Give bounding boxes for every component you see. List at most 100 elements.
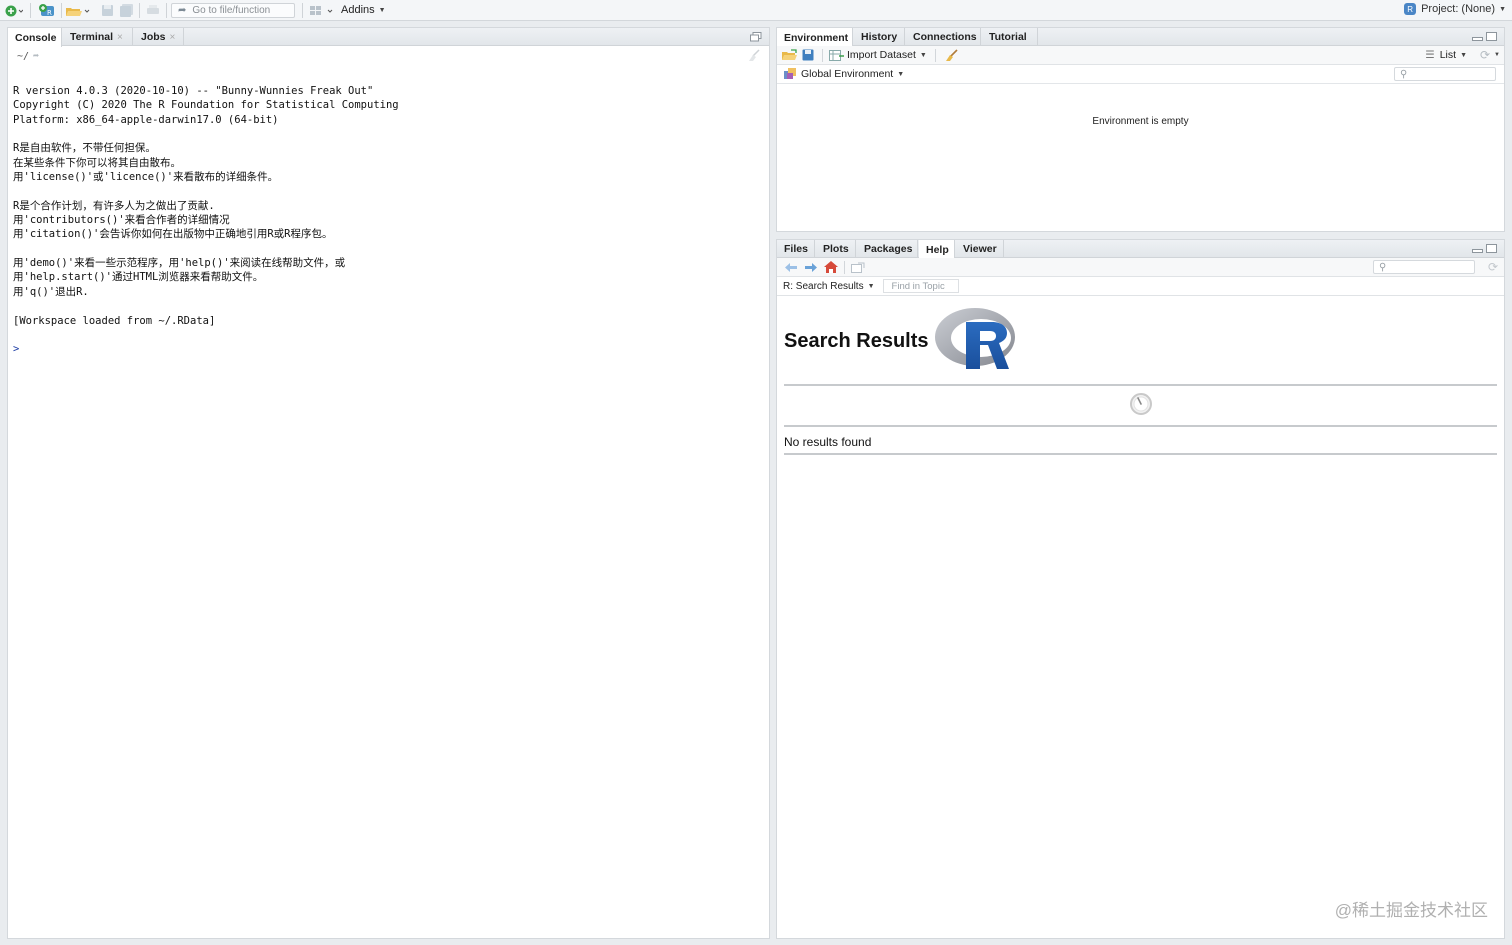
chevron-down-icon: ▼ [919,51,927,59]
open-file-icon[interactable] [64,2,92,19]
import-dataset-label: Import Dataset [847,49,916,61]
help-pane: Files Plots Packages Help Viewer ⚲ ⟳ R: … [776,239,1505,939]
console-line: R version 4.0.3 (2020-10-10) -- "Bunny-W… [13,85,374,97]
show-in-new-window-icon[interactable] [850,260,866,274]
env-tabbar: Environment History Connections Tutorial [777,28,1504,47]
main-toolbar: R ➦ Go to file/function Addins ▼ R Projec… [0,0,1512,21]
toolbar-separator [822,48,823,62]
workspace-panes-icon[interactable] [308,2,336,19]
tab-environment[interactable]: Environment [777,28,853,47]
clear-console-icon[interactable] [747,49,761,65]
tab-jobs[interactable]: Jobs × [134,28,184,46]
scope-label: Global Environment [801,68,894,80]
minimize-icon[interactable] [1472,37,1483,41]
tab-label: Terminal [70,31,113,43]
r-project-icon: R [1404,3,1417,15]
find-placeholder: Find in Topic [891,280,945,292]
console-line: R是自由软件，不带任何担保。 [13,142,156,155]
goto-placeholder: Go to file/function [192,5,271,16]
tab-label: Jobs [141,31,166,43]
watermark: @稀土掘金技术社区 [1334,901,1488,920]
chevron-down-icon: ▼ [867,282,875,290]
print-icon[interactable] [145,2,161,19]
forward-arrow-icon[interactable] [803,260,819,274]
toolbar-separator [30,3,31,18]
tab-label: Files [784,243,808,255]
go-to-dir-icon[interactable]: ➦ [33,51,39,62]
maximize-icon[interactable] [1486,244,1497,253]
find-in-topic-input[interactable]: Find in Topic [882,279,959,293]
loading-spinner-icon [1129,392,1153,419]
new-file-icon[interactable] [4,2,24,19]
maximize-icon[interactable] [1486,32,1497,41]
tab-label: Help [926,243,949,256]
pane-window-controls [1472,244,1497,253]
tab-history[interactable]: History [854,28,905,46]
pane-window-controls [1472,32,1497,41]
environment-pane: Environment History Connections Tutorial… [776,27,1505,232]
tab-viewer[interactable]: Viewer [956,240,1004,258]
save-workspace-icon[interactable] [800,48,816,62]
toolbar-separator [934,48,936,62]
tab-help[interactable]: Help [919,240,955,259]
console-working-dir: ~/➦ [17,51,39,62]
loading-spinner-row [784,386,1497,427]
minimize-icon[interactable] [1472,249,1483,253]
load-workspace-icon[interactable] [782,48,798,62]
chevron-down-icon: ▼ [378,6,386,14]
tab-label: Connections [913,31,977,43]
project-menu[interactable]: R Project: (None) ▼ [1404,3,1506,15]
working-dir-path: ~/ [17,51,30,62]
env-search-input[interactable]: ⚲ [1394,67,1496,81]
env-scope-bar: Global Environment ▼ ⚲ [777,65,1504,84]
clear-objects-broom-icon[interactable] [944,48,960,62]
tab-packages[interactable]: Packages [857,240,918,258]
list-view-menu[interactable]: ☰ List ▼ [1425,49,1467,61]
addins-menu[interactable]: Addins ▼ [341,4,386,16]
restore-pane-icon[interactable] [750,32,762,42]
console-line: 用'help.start()'通过HTML浏览器来看帮助文件。 [13,271,264,284]
console-output[interactable]: R version 4.0.3 (2020-10-10) -- "Bunny-W… [13,84,761,357]
tab-plots[interactable]: Plots [816,240,856,258]
global-environment-menu[interactable]: Global Environment ▼ [784,68,904,80]
list-label: List [1439,49,1457,61]
console-line: 用'q()'退出R. [13,285,89,298]
tab-terminal[interactable]: Terminal × [63,28,133,46]
save-icon[interactable] [99,2,115,19]
back-arrow-icon[interactable] [783,260,799,274]
close-icon[interactable]: × [117,32,123,43]
save-all-icon[interactable] [118,2,134,19]
tab-label: History [861,31,898,43]
tab-files[interactable]: Files [777,240,815,258]
help-search-input[interactable]: ⚲ [1373,260,1475,274]
toolbar-separator [166,3,167,18]
new-project-icon[interactable]: R [36,2,58,19]
help-nav-toolbar: ⚲ ⟳ [777,258,1504,277]
tab-connections[interactable]: Connections [906,28,981,46]
refresh-icon[interactable]: ⟳ ▼ [1480,48,1500,62]
goto-file-input[interactable]: ➦ Go to file/function [171,3,295,18]
environment-icon [784,68,796,79]
console-line: 用'contributors()'来看合作者的详细情况 [13,214,230,227]
console-tabbar: Console Terminal × Jobs × [8,28,769,47]
import-dataset-menu[interactable]: Import Dataset ▼ [829,49,927,61]
home-icon[interactable] [823,260,839,274]
svg-text:R: R [47,9,52,17]
project-label: Project: (None) [1421,3,1496,15]
tab-console[interactable]: Console [8,28,62,47]
tab-tutorial[interactable]: Tutorial [982,28,1038,46]
close-icon[interactable]: × [170,32,176,43]
toolbar-separator [139,3,140,18]
tab-label: Viewer [963,243,997,255]
addins-label: Addins [341,4,375,16]
topic-menu[interactable]: R: Search Results ▼ [783,281,875,292]
tab-label: Packages [864,243,913,255]
tab-label: Console [15,31,57,44]
console-line: 用'demo()'来看一些示范程序，用'help()'来阅读在线帮助文件，或 [13,257,346,270]
refresh-icon[interactable]: ⟳ [1488,260,1498,274]
console-prompt[interactable]: > [13,342,761,356]
